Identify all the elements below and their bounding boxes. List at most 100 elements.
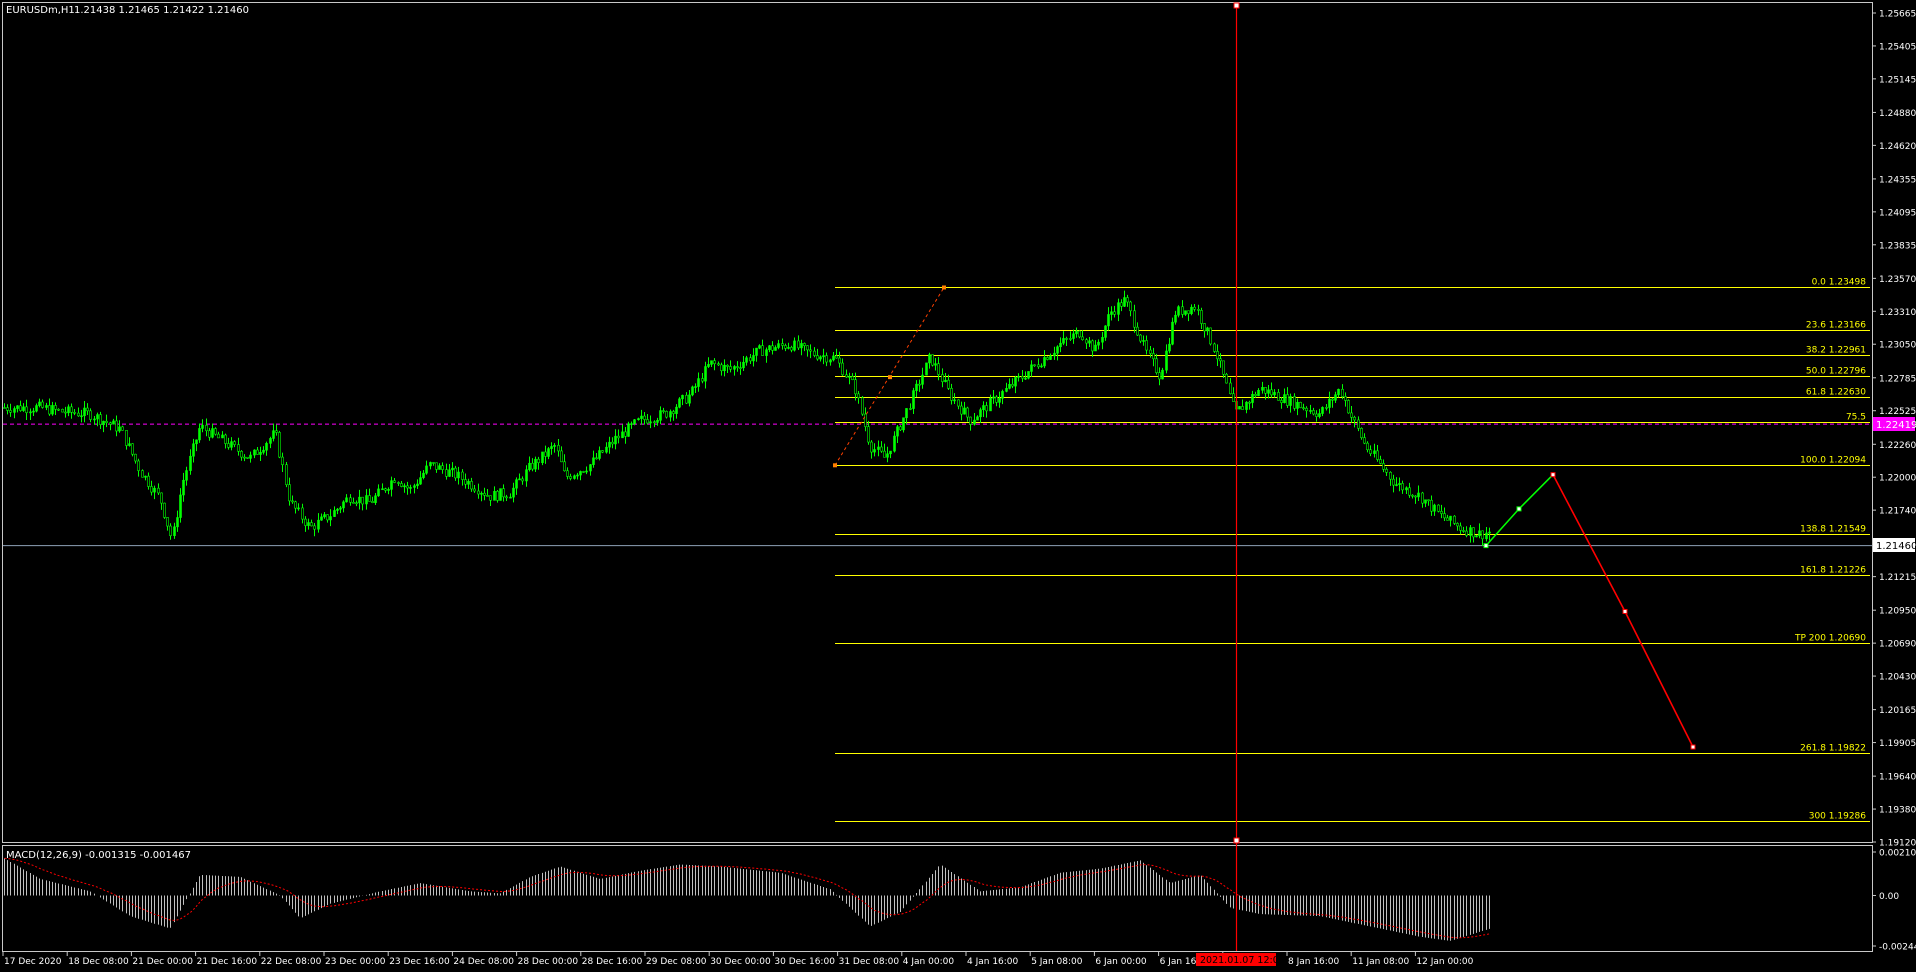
candle-body — [1389, 472, 1392, 480]
candle-body — [585, 470, 588, 473]
candle-body — [544, 451, 547, 457]
candle-body — [217, 433, 220, 439]
price-label: 1.25665 — [1879, 10, 1916, 20]
candle-body — [617, 435, 620, 439]
candle-body — [800, 343, 803, 349]
candle-body — [547, 448, 550, 457]
candle-body — [966, 407, 969, 418]
candle-body — [1289, 396, 1292, 406]
candle-body — [633, 419, 636, 424]
candle-body — [355, 502, 358, 505]
candle-body — [736, 366, 739, 368]
candle-body — [998, 397, 1001, 403]
candle-body — [1363, 437, 1366, 444]
candle-body — [13, 408, 16, 413]
candle-body — [1161, 369, 1164, 380]
candle-body — [790, 347, 793, 351]
candle-body — [925, 362, 928, 376]
candle-body — [326, 514, 329, 521]
candle-body — [1110, 311, 1113, 315]
candle-body — [1373, 450, 1376, 454]
candle-body — [1277, 392, 1280, 401]
candle-body — [269, 438, 272, 444]
candle-body — [1200, 310, 1203, 324]
candle-body — [829, 359, 832, 363]
price-label: 1.23835 — [1879, 241, 1916, 251]
candle-body — [1449, 515, 1452, 521]
candle-body — [1254, 394, 1257, 396]
candle-body — [1113, 311, 1116, 315]
candle-body — [1344, 396, 1347, 401]
cursor-bottom-handle[interactable] — [1233, 837, 1240, 844]
candle-body — [909, 408, 912, 410]
fib-level-label: 300 1.19286 — [1809, 812, 1867, 822]
candle-body — [1152, 353, 1155, 360]
candle-body — [1001, 391, 1004, 399]
candle-body — [521, 478, 524, 482]
candle-body — [576, 474, 579, 477]
candle-body — [486, 495, 489, 497]
candle-body — [99, 414, 102, 425]
candle-body — [176, 517, 179, 528]
candle-body — [147, 475, 150, 487]
candle-body — [944, 379, 947, 382]
candle-body — [102, 420, 105, 425]
candle-body — [550, 446, 553, 449]
candle-body — [765, 349, 768, 356]
candle-body — [809, 349, 812, 352]
candle-body — [541, 451, 544, 464]
macd-indicator: 0.002105 0.00 -0.002446 — [4, 849, 1916, 953]
macd-label: MACD(12,26,9) -0.001315 -0.001467 — [6, 850, 191, 861]
candle-body — [249, 454, 252, 459]
candle-body — [963, 407, 966, 415]
candle-body — [1165, 350, 1168, 371]
time-label: 31 Dec 08:00 — [839, 957, 900, 967]
candle-body — [9, 410, 12, 413]
candle-body — [835, 355, 838, 359]
candle-body — [758, 345, 761, 349]
candle-body — [201, 424, 204, 429]
candle-body — [83, 407, 86, 417]
candle-body — [1056, 346, 1059, 354]
candle-body — [333, 510, 336, 517]
candle-body — [1261, 387, 1264, 391]
reference-lines — [3, 423, 1872, 547]
candle-body — [57, 408, 60, 411]
fib-level-label: 0.0 1.23498 — [1812, 278, 1867, 288]
candle-body — [349, 497, 352, 503]
price-label: 1.19380 — [1879, 806, 1916, 816]
candle-body — [134, 453, 137, 462]
fibonacci-levels[interactable]: 0.0 1.23498 23.6 1.23166 38.2 1.22961 50.0 … — [835, 278, 1870, 822]
candle-body — [41, 401, 44, 408]
candle-body — [889, 450, 892, 455]
candle-body — [169, 525, 172, 536]
candle-body — [70, 406, 73, 413]
trading-chart[interactable]: 0.0 1.23498 23.6 1.23166 38.2 1.22961 50.0 … — [0, 0, 1916, 972]
candle-body — [470, 481, 473, 490]
candle-body — [67, 406, 70, 414]
candle-body — [1309, 410, 1312, 412]
candle-body — [1219, 358, 1222, 362]
cursor-top-handle[interactable] — [1233, 2, 1240, 9]
candlesticks — [3, 290, 1491, 547]
candle-body — [1462, 530, 1465, 532]
candle-body — [838, 357, 841, 364]
candle-body — [489, 495, 492, 501]
candle-body — [1037, 364, 1040, 368]
candle-body — [1123, 297, 1126, 307]
candle-body — [867, 426, 870, 443]
candle-body — [1094, 344, 1097, 352]
candle-body — [1177, 306, 1180, 316]
candle-body — [1453, 515, 1456, 524]
candle-body — [237, 444, 240, 452]
candle-body — [1158, 372, 1161, 380]
projection-point — [1622, 608, 1628, 614]
candle-body — [6, 407, 9, 411]
candle-body — [774, 347, 777, 351]
candle-body — [1318, 413, 1321, 417]
candle-body — [854, 379, 857, 395]
candle-body — [1088, 340, 1091, 344]
candle-body — [1062, 338, 1065, 344]
candle-body — [313, 525, 316, 530]
candle-body — [163, 502, 166, 518]
